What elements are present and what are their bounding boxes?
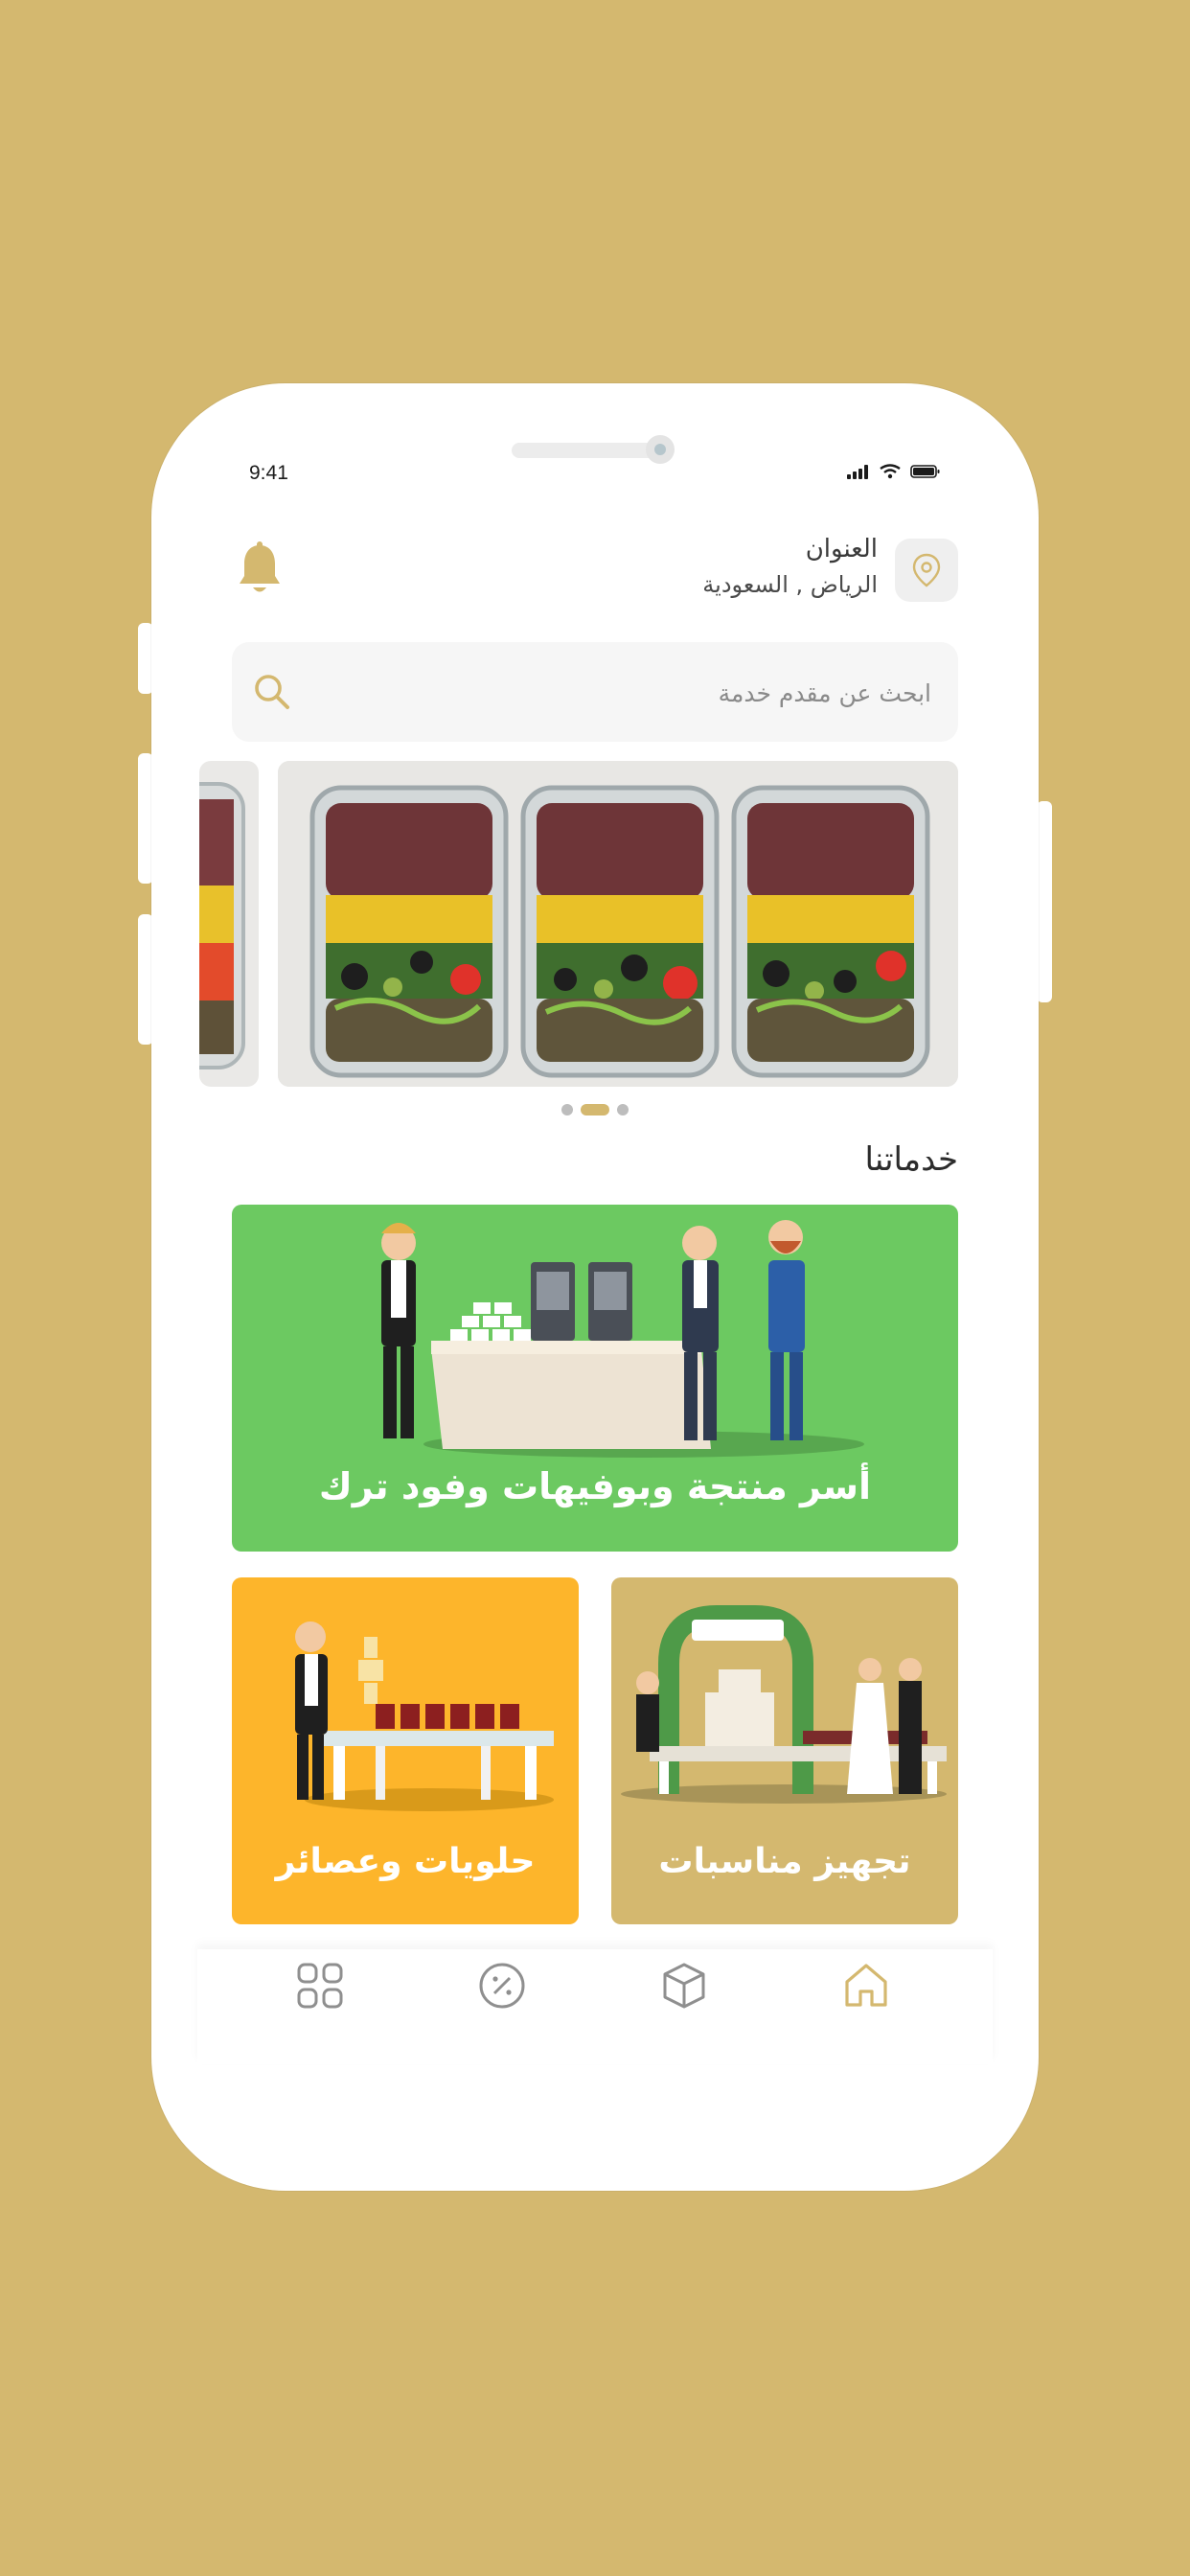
tab-offers[interactable] [464,1961,540,2014]
carousel-indicator [151,1104,1039,1116]
search-icon[interactable] [251,671,293,713]
phone-side-button [1037,801,1052,1002]
phone-speaker [512,443,667,458]
location-button[interactable] [895,539,958,602]
buffet-illustration [381,1220,864,1458]
carousel-dot[interactable] [617,1104,629,1116]
status-icons [847,464,941,479]
signal-icon [847,464,870,479]
carousel-slide-food[interactable] [278,761,958,1087]
search-input[interactable] [316,642,933,744]
tab-more[interactable] [282,1961,358,2014]
carousel-dot[interactable] [561,1104,573,1116]
services-section-title: خدماتنا [864,1140,958,1179]
search-bar[interactable] [232,642,958,744]
meal-prep-image [278,761,958,1087]
service-card-label: حلويات وعصائر [275,1842,536,1881]
dessert-illustration [295,1622,554,1811]
battery-icon [910,465,940,478]
carousel-slide-previous[interactable] [199,761,259,1087]
address-value[interactable]: الرياض , السعودية [702,571,878,598]
service-card-productive-families[interactable]: أسر منتجة وبوفيهات وفود ترك [232,1205,958,1552]
wifi-icon [880,464,901,479]
wedding-illustration [621,1605,947,1804]
address-label: العنوان [805,535,878,564]
home-icon [845,1964,887,2007]
grid-icon [297,1963,343,2009]
app-screen: 9:41 العنوان الرياض , السعودية ابحث عن م… [151,383,1039,2191]
phone-frame: 9:41 العنوان الرياض , السعودية ابحث عن م… [151,383,1039,2191]
notification-bell-icon[interactable] [236,541,284,597]
box-icon [663,1963,705,2009]
discount-icon [479,1963,525,2009]
phone-camera [646,435,675,464]
service-card-event-setup[interactable]: تجهيز مناسبات [611,1577,958,1924]
tab-orders[interactable] [646,1961,722,2014]
location-pin-icon [912,553,941,587]
service-card-sweets-juices[interactable]: حلويات وعصائر [232,1577,579,1924]
carousel-dot-active[interactable] [581,1104,609,1116]
tab-home[interactable] [828,1961,904,2014]
bottom-tab-bar [197,1949,993,2064]
service-card-label: أسر منتجة وبوفيهات وفود ترك [318,1465,872,1507]
status-time: 9:41 [249,462,288,484]
service-card-label: تجهيز مناسبات [658,1842,911,1881]
